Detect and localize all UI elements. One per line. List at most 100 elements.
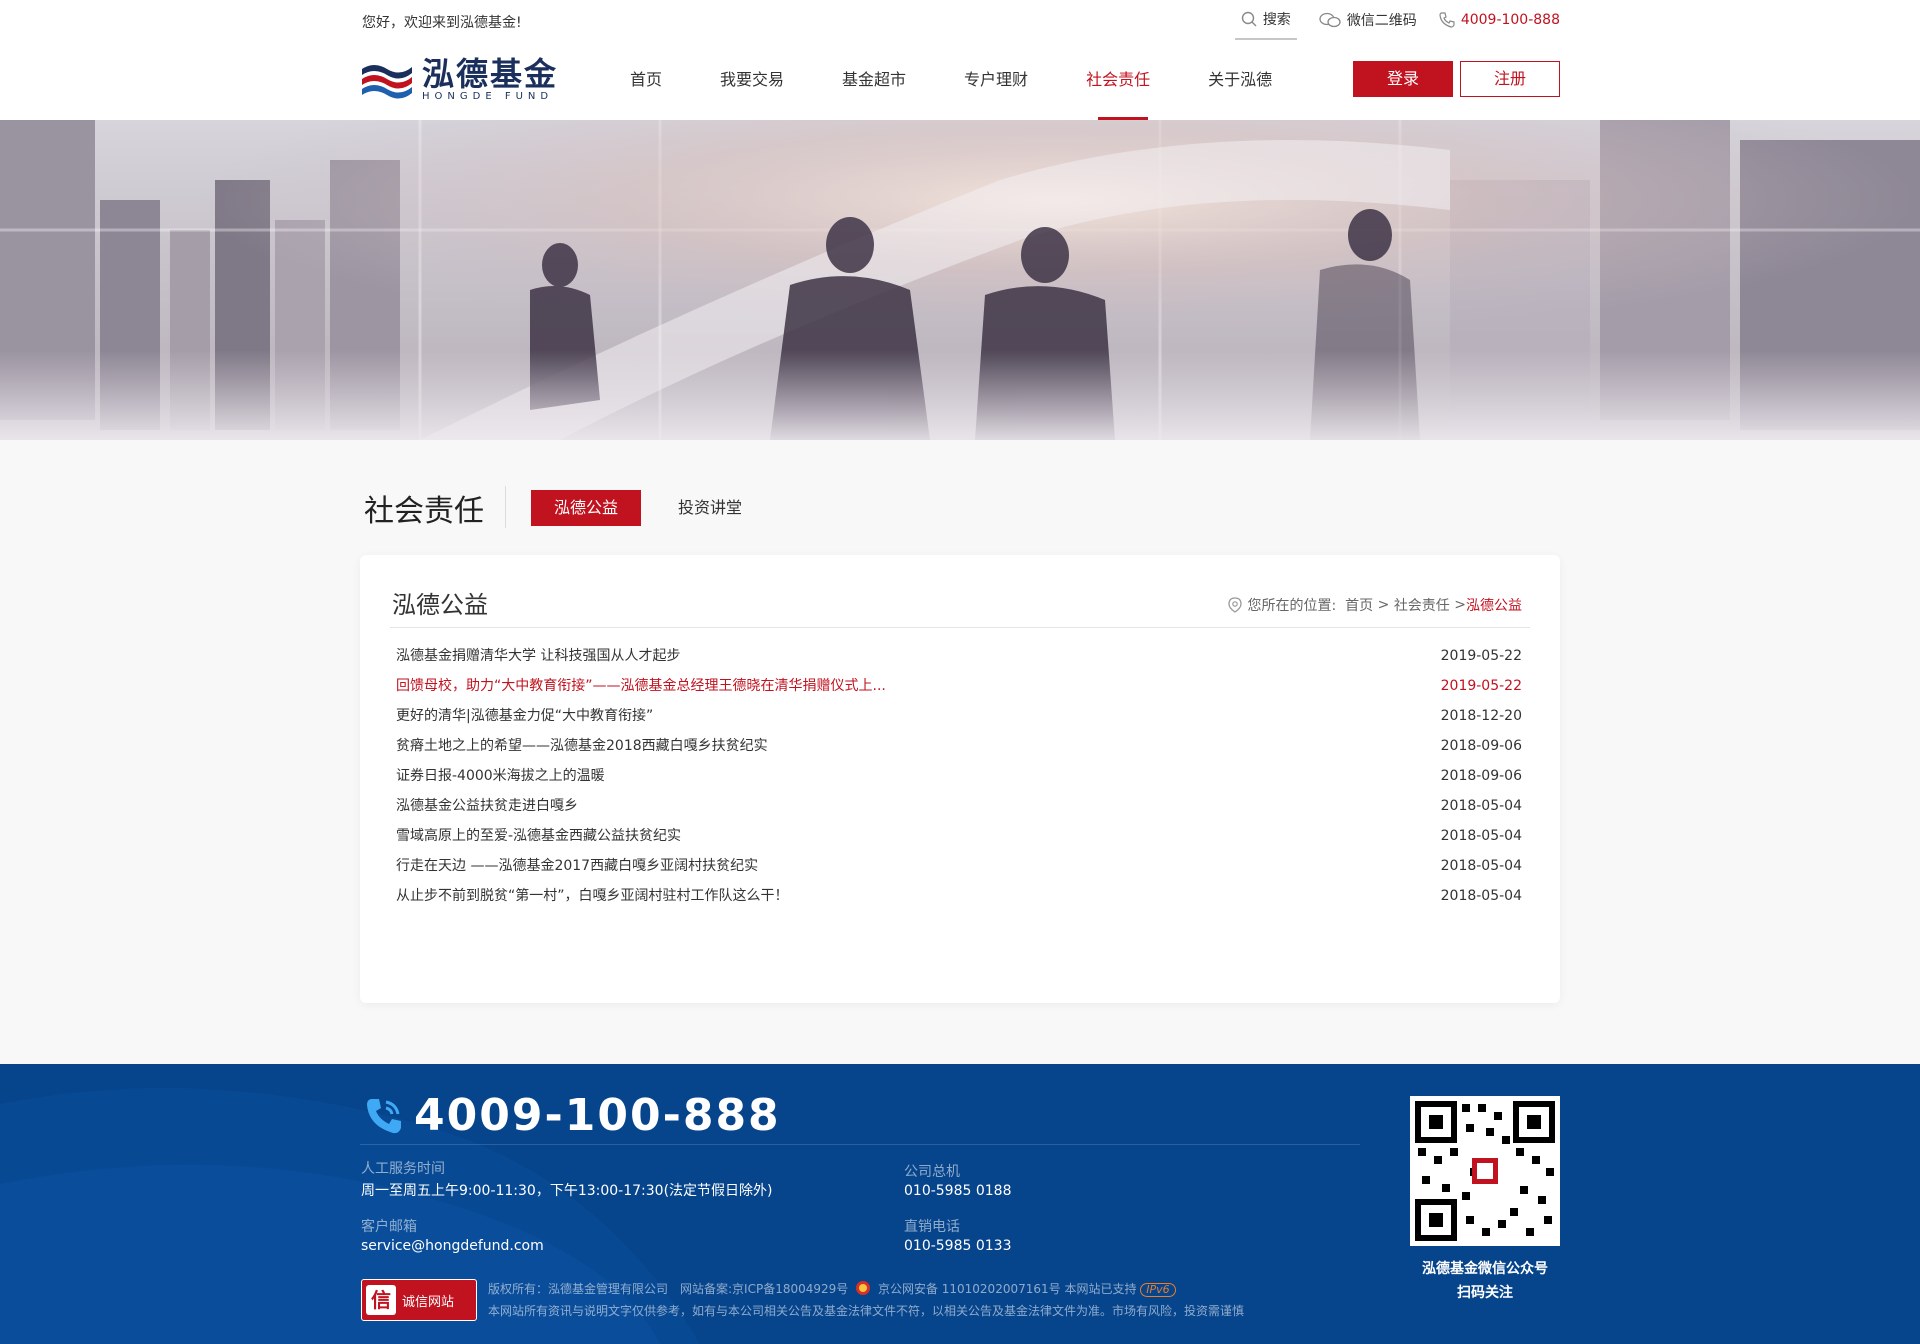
search-label: 搜索 — [1262, 12, 1291, 28]
news-date: 2018-09-06 — [1440, 738, 1522, 754]
news-title[interactable]: 雪域高原上的至爱-泓德基金西藏公益扶贫纪实 — [396, 821, 681, 851]
footer-hotline-number: 4009-100-888 — [414, 1090, 781, 1141]
news-date: 2019-05-22 — [1440, 648, 1522, 664]
logo-english: HONGDE FUND — [422, 91, 554, 102]
wechat-qr-link[interactable]: 微信二维码 — [1319, 0, 1417, 40]
news-date: 2018-09-06 — [1440, 768, 1522, 784]
list-item[interactable]: 证券日报-4000米海拔之上的温暖 2018-09-06 — [396, 761, 1522, 791]
nav-fund-market[interactable]: 基金超市 — [842, 40, 906, 120]
police-badge-icon — [856, 1281, 871, 1295]
news-title[interactable]: 回馈母校，助力“大中教育衔接”——泓德基金总经理王德晓在清华捐赠仪式上... — [396, 671, 886, 701]
wechat-qr-label: 微信二维码 — [1346, 13, 1417, 29]
nav-private-wealth[interactable]: 专户理财 — [964, 40, 1028, 120]
news-date: 2018-12-20 — [1440, 708, 1522, 724]
list-item[interactable]: 泓德基金捐赠清华大学 让科技强国从人才起步 2019-05-22 — [396, 641, 1522, 671]
trust-badge-label: 诚信网站 — [402, 1294, 455, 1310]
news-card: 泓德公益 您所在的位置: 首页 > 社会责任 > 泓德公益 泓德基金捐赠清华大学… — [360, 555, 1560, 1003]
top-bar-inner: 您好，欢迎来到泓德基金! 搜索 微信二维码 4009-100-888 — [360, 0, 1560, 41]
logo-chinese: 泓德基金 — [422, 55, 559, 93]
tab-investment-lecture[interactable]: 投资讲堂 — [660, 490, 760, 526]
register-button[interactable]: 注册 — [1460, 61, 1560, 97]
news-date: 2019-05-22 — [1440, 678, 1522, 694]
header-inner: 泓德基金 HONGDE FUND 首页 我要交易 基金超市 专户理财 社会责任 … — [360, 40, 1560, 120]
logo[interactable]: 泓德基金 HONGDE FUND — [360, 56, 572, 104]
hotline-number: 4009-100-888 — [1460, 12, 1560, 28]
breadcrumb-parent[interactable]: 社会责任 — [1394, 595, 1450, 615]
list-item[interactable]: 泓德基金公益扶贫走进白嘎乡 2018-05-04 — [396, 791, 1522, 821]
email-label: 客户邮箱 — [361, 1219, 417, 1235]
top-links: 搜索 微信二维码 4009-100-888 — [1213, 0, 1560, 40]
news-title[interactable]: 贫瘠土地之上的希望——泓德基金2018西藏白嘎乡扶贫纪实 — [396, 731, 768, 761]
header: 泓德基金 HONGDE FUND 首页 我要交易 基金超市 专户理财 社会责任 … — [0, 40, 1920, 120]
email-link[interactable]: service@hongdefund.com — [361, 1238, 544, 1254]
nav-about[interactable]: 关于泓德 — [1208, 40, 1272, 120]
search-link[interactable]: 搜索 — [1234, 0, 1297, 40]
footer-hotline: 4009-100-888 — [364, 1090, 781, 1141]
list-item[interactable]: 雪域高原上的至爱-泓德基金西藏公益扶贫纪实 2018-05-04 — [396, 821, 1522, 851]
qr-caption: 泓德基金微信公众号 — [1422, 1261, 1548, 1277]
wechat-qr-code — [1410, 1096, 1560, 1246]
news-title[interactable]: 泓德基金公益扶贫走进白嘎乡 — [396, 791, 578, 821]
hotline-link[interactable]: 4009-100-888 — [1439, 0, 1560, 40]
breadcrumb: 您所在的位置: 首页 > 社会责任 > 泓德公益 — [1227, 595, 1522, 615]
hero-banner — [0, 120, 1920, 440]
hq-phone: 010-5985 0188 — [904, 1183, 1012, 1199]
card-title: 泓德公益 — [392, 591, 488, 619]
news-date: 2018-05-04 — [1440, 798, 1522, 814]
location-pin-icon — [1227, 597, 1242, 613]
phone-icon — [1439, 12, 1455, 28]
police-record: 京公网安备 11010202007161号 本网站已支持 — [877, 1282, 1137, 1296]
direct-phone-label: 直销电话 — [904, 1219, 960, 1235]
nav-home[interactable]: 首页 — [630, 40, 662, 120]
disclaimer: 本网站所有资讯与说明文字仅供参考，如有与本公司相关公告及基金法律文件不符，以相关… — [488, 1304, 1245, 1318]
news-date: 2018-05-04 — [1440, 858, 1522, 874]
list-item[interactable]: 行走在天边 ——泓德基金2017西藏白嘎乡亚阔村扶贫纪实 2018-05-04 — [396, 851, 1522, 881]
trust-site-badge[interactable]: 信 诚信网站 — [361, 1279, 477, 1321]
logo-mark-icon — [362, 65, 412, 99]
nav-trade[interactable]: 我要交易 — [720, 40, 784, 120]
top-bar: 您好，欢迎来到泓德基金! 搜索 微信二维码 4009-100-888 — [0, 0, 1920, 41]
breadcrumb-current: 泓德公益 — [1466, 598, 1522, 614]
news-title[interactable]: 泓德基金捐赠清华大学 让科技强国从人才起步 — [396, 641, 680, 671]
news-list: 泓德基金捐赠清华大学 让科技强国从人才起步 2019-05-22 回馈母校，助力“… — [396, 641, 1522, 911]
section-divider — [505, 486, 506, 528]
news-title[interactable]: 行走在天边 ——泓德基金2017西藏白嘎乡亚阔村扶贫纪实 — [396, 851, 758, 881]
welcome-text: 您好，欢迎来到泓德基金! — [362, 15, 522, 31]
service-hours-label: 人工服务时间 — [361, 1161, 445, 1177]
service-hours: 周一至周五上午9:00-11:30，下午13:00-17:30(法定节假日除外) — [361, 1183, 773, 1199]
news-title[interactable]: 证券日报-4000米海拔之上的温暖 — [396, 761, 605, 791]
section-title: 社会责任 — [364, 494, 484, 529]
breadcrumb-separator: > — [1377, 597, 1390, 613]
footer-divider — [360, 1144, 1360, 1145]
list-item[interactable]: 更好的清华|泓德基金力促“大中教育衔接” 2018-12-20 — [396, 701, 1522, 731]
tab-charity[interactable]: 泓德公益 — [531, 490, 641, 526]
login-button[interactable]: 登录 — [1353, 61, 1453, 97]
copyright-text: 版权所有：泓德基金管理有限公司 网站备案:京ICP备18004929号 — [488, 1282, 849, 1296]
qr-code-icon — [1415, 1101, 1555, 1241]
main-nav: 首页 我要交易 基金超市 专户理财 社会责任 关于泓德 — [630, 40, 1330, 120]
hq-phone-label: 公司总机 — [904, 1164, 960, 1180]
breadcrumb-home[interactable]: 首页 — [1345, 595, 1373, 615]
search-icon — [1241, 11, 1257, 27]
banner-image — [0, 120, 1920, 440]
news-date: 2018-05-04 — [1440, 828, 1522, 844]
news-title[interactable]: 从止步不前到脱贫“第一村”，白嘎乡亚阔村驻村工作队这么干！ — [396, 881, 789, 911]
qr-caption-scan: 扫码关注 — [1457, 1285, 1513, 1301]
card-divider — [390, 627, 1530, 628]
nav-social-responsibility[interactable]: 社会责任 — [1086, 40, 1150, 120]
direct-phone: 010-5985 0133 — [904, 1238, 1012, 1254]
news-title[interactable]: 更好的清华|泓德基金力促“大中教育衔接” — [396, 701, 653, 731]
news-date: 2018-05-04 — [1440, 888, 1522, 904]
list-item[interactable]: 从止步不前到脱贫“第一村”，白嘎乡亚阔村驻村工作队这么干！ 2018-05-04 — [396, 881, 1522, 911]
breadcrumb-separator: > — [1454, 597, 1466, 613]
copyright-line: 版权所有：泓德基金管理有限公司 网站备案:京ICP备18004929号 京公网安… — [488, 1280, 1176, 1297]
footer: 4009-100-888 人工服务时间 周一至周五上午9:00-11:30，下午… — [0, 1064, 1920, 1344]
list-item[interactable]: 贫瘠土地之上的希望——泓德基金2018西藏白嘎乡扶贫纪实 2018-09-06 — [396, 731, 1522, 761]
breadcrumb-label: 您所在的位置: — [1247, 598, 1337, 614]
phone-icon — [367, 1098, 401, 1133]
list-item[interactable]: 回馈母校，助力“大中教育衔接”——泓德基金总经理王德晓在清华捐赠仪式上... 20… — [396, 671, 1522, 701]
logo-text: 泓德基金 HONGDE FUND — [422, 57, 558, 103]
wechat-icon — [1319, 12, 1341, 28]
trust-icon: 信 — [366, 1285, 396, 1315]
ipv6-badge: IPv6 — [1140, 1283, 1176, 1297]
